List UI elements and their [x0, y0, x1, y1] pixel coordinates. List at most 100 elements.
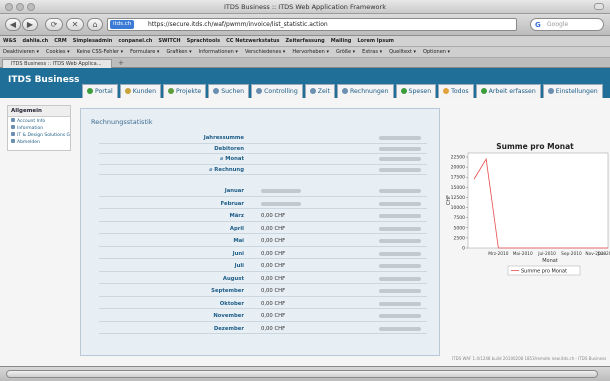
nav-tab-arbeit-erfassen[interactable]: Arbeit erfassen — [475, 84, 541, 98]
month-label: September — [211, 288, 244, 294]
webdev-menu[interactable]: Formulare ▾ — [130, 49, 159, 55]
nav-tab-portal[interactable]: Portal — [82, 84, 118, 98]
webdeveloper-toolbar: Deaktivieren ▾ Cookies ▾ Keine CSS-Fehler … — [0, 47, 610, 58]
webdev-menu[interactable]: Optionen ▾ — [423, 49, 450, 55]
month-row: August 0,00 CHF — [99, 274, 427, 284]
new-tab-button[interactable]: + — [118, 59, 124, 67]
redacted-value — [379, 251, 421, 256]
nav-tab-icon — [309, 88, 316, 94]
nav-tab-todos[interactable]: Todos — [438, 84, 474, 98]
bookmark-link[interactable]: CRM — [54, 38, 67, 44]
window-title: ITDS Business :: ITDS Web Application Fr… — [224, 3, 386, 11]
redacted-value — [379, 157, 421, 161]
search-placeholder: Google — [547, 21, 569, 28]
month-row: Mai 0,00 CHF — [99, 236, 427, 247]
summary-label: ⌀ Monat — [220, 156, 244, 162]
y-tick-label: 5000 — [454, 225, 466, 231]
x-tick-label: Jan-201 — [597, 251, 610, 257]
month-amount: 0,00 CHF — [261, 225, 286, 232]
month-row: Oktober 0,00 CHF — [99, 299, 427, 309]
nav-tab-projekte[interactable]: Projekte — [163, 84, 207, 98]
bookmark-link[interactable]: dahlia.ch — [22, 38, 48, 44]
summary-label: Jahressumme — [203, 135, 244, 141]
sidebar-item-label: IT & Design Solutions GmbH — [17, 133, 70, 138]
webdev-menu[interactable]: Keine CSS-Fehler ▾ — [77, 49, 123, 55]
webdev-menu[interactable]: Deaktivieren ▾ — [3, 49, 39, 55]
stop-button[interactable]: ✕ — [66, 18, 84, 31]
bookmark-link[interactable]: SWITCH — [158, 38, 180, 44]
nav-tab-label: Zeit — [317, 88, 330, 95]
month-label: November — [213, 313, 244, 319]
bookmark-link[interactable]: Mailing — [331, 38, 352, 44]
redacted-value — [379, 239, 421, 243]
redacted-value — [379, 289, 421, 293]
y-tick-label: 7500 — [454, 215, 466, 221]
search-input[interactable]: G Google — [530, 18, 604, 31]
month-amount: 0,00 CHF — [261, 288, 286, 294]
webdev-menu[interactable]: Cookies ▾ — [46, 49, 70, 55]
sidebar-item[interactable]: IT & Design Solutions GmbH — [8, 131, 70, 138]
back-button[interactable]: ◀ — [5, 18, 21, 31]
nav-tab-label: Todos — [451, 88, 469, 95]
toolbar-toggle-icon[interactable] — [594, 3, 604, 10]
nav-tab-einstellungen[interactable]: Einstellungen — [542, 84, 603, 98]
address-bar[interactable]: itds.ch https://secure.itds.ch/waf/pwmm/… — [107, 18, 517, 31]
redacted-value — [379, 214, 421, 218]
bookmark-link[interactable]: Lorem Ipsum — [357, 38, 394, 44]
nav-tab-rechnungen[interactable]: Rechnungen — [336, 84, 394, 98]
forward-button[interactable]: ▶ — [22, 18, 38, 31]
status-bar — [0, 366, 610, 381]
month-label: Mai — [233, 238, 244, 244]
nav-tab-spesen[interactable]: Spesen — [395, 84, 437, 98]
month-row: Februar — [99, 199, 427, 209]
month-amount: 0,00 CHF — [261, 250, 286, 257]
home-button[interactable]: ⌂ — [87, 18, 103, 31]
month-label: Februar — [220, 200, 244, 207]
webdev-menu[interactable]: Extras ▾ — [362, 49, 382, 55]
redacted-value — [379, 301, 421, 306]
browser-toolbar: ◀ ▶ ⟳ ✕ ⌂ itds.ch https://secure.itds.ch… — [0, 14, 610, 36]
x-tick-label: Mai-2010 — [513, 251, 533, 257]
url-text[interactable]: https://secure.itds.ch/waf/pwmm/invoice/… — [148, 21, 328, 28]
nav-tab-icon — [87, 88, 93, 94]
horizontal-scrollbar[interactable] — [6, 370, 598, 378]
bookmark-link[interactable]: W&S — [3, 38, 16, 44]
month-row: Juli 0,00 CHF — [99, 261, 427, 272]
sidebar-item[interactable]: Account Info — [8, 117, 70, 124]
nav-tab-controlling[interactable]: Controlling — [251, 84, 303, 98]
url-identity-badge[interactable]: itds.ch — [110, 20, 135, 29]
browser-tab[interactable]: ITDS Business :: ITDS Web Applica... — [2, 59, 112, 68]
sidebar: Allgemein Account Info Information IT & De… — [7, 105, 71, 151]
monthly-sum-chart: Summe pro Monat 0 2500 5000 7500 10000 12500 15… — [446, 142, 610, 276]
redacted-value — [379, 276, 421, 281]
bookmark-link[interactable]: Simplesadmin — [73, 38, 113, 44]
sidebar-item-icon — [11, 125, 15, 129]
reload-button[interactable]: ⟳ — [45, 18, 63, 31]
sidebar-item[interactable]: Information — [8, 124, 70, 131]
webdev-menu[interactable]: Informationen ▾ — [199, 49, 238, 55]
redacted-value — [379, 314, 421, 318]
webdev-menu[interactable]: Grafiken ▾ — [166, 49, 191, 55]
month-label: Januar — [224, 188, 244, 194]
webdev-menu[interactable]: Größe ▾ — [336, 49, 355, 55]
bookmark-link[interactable]: Zeiterfassung — [286, 38, 325, 44]
bookmark-link[interactable]: Sprachtools — [187, 38, 221, 44]
month-label: Juli — [234, 263, 244, 269]
month-amount: 0,00 CHF — [261, 325, 286, 332]
summary-row: ⌀ Monat — [99, 154, 427, 165]
bookmark-link[interactable]: conpanel.ch — [118, 38, 152, 44]
webdev-menu[interactable]: Verschiedenes ▾ — [245, 49, 285, 55]
legend-label: Summe pro Monat — [521, 268, 567, 274]
tab-bar: ITDS Business :: ITDS Web Applica... + — [0, 58, 610, 68]
nav-tab-label: Controlling — [264, 88, 298, 95]
bookmark-link[interactable]: CC Netzwerkstatus — [226, 38, 279, 44]
x-tick-label: Jul-2010 — [537, 251, 556, 257]
sidebar-item[interactable]: Abmelden — [8, 138, 70, 145]
nav-tab-suchen[interactable]: Suchen — [208, 84, 250, 98]
webdev-menu[interactable]: Hervorheben ▾ — [292, 49, 329, 55]
nav-tab-zeit[interactable]: Zeit — [304, 84, 335, 98]
month-label: Juni — [232, 250, 244, 257]
webdev-menu[interactable]: Quelltext ▾ — [389, 49, 416, 55]
x-axis-label: Monat — [542, 258, 558, 264]
nav-tab-kunden[interactable]: Kunden — [119, 84, 162, 98]
